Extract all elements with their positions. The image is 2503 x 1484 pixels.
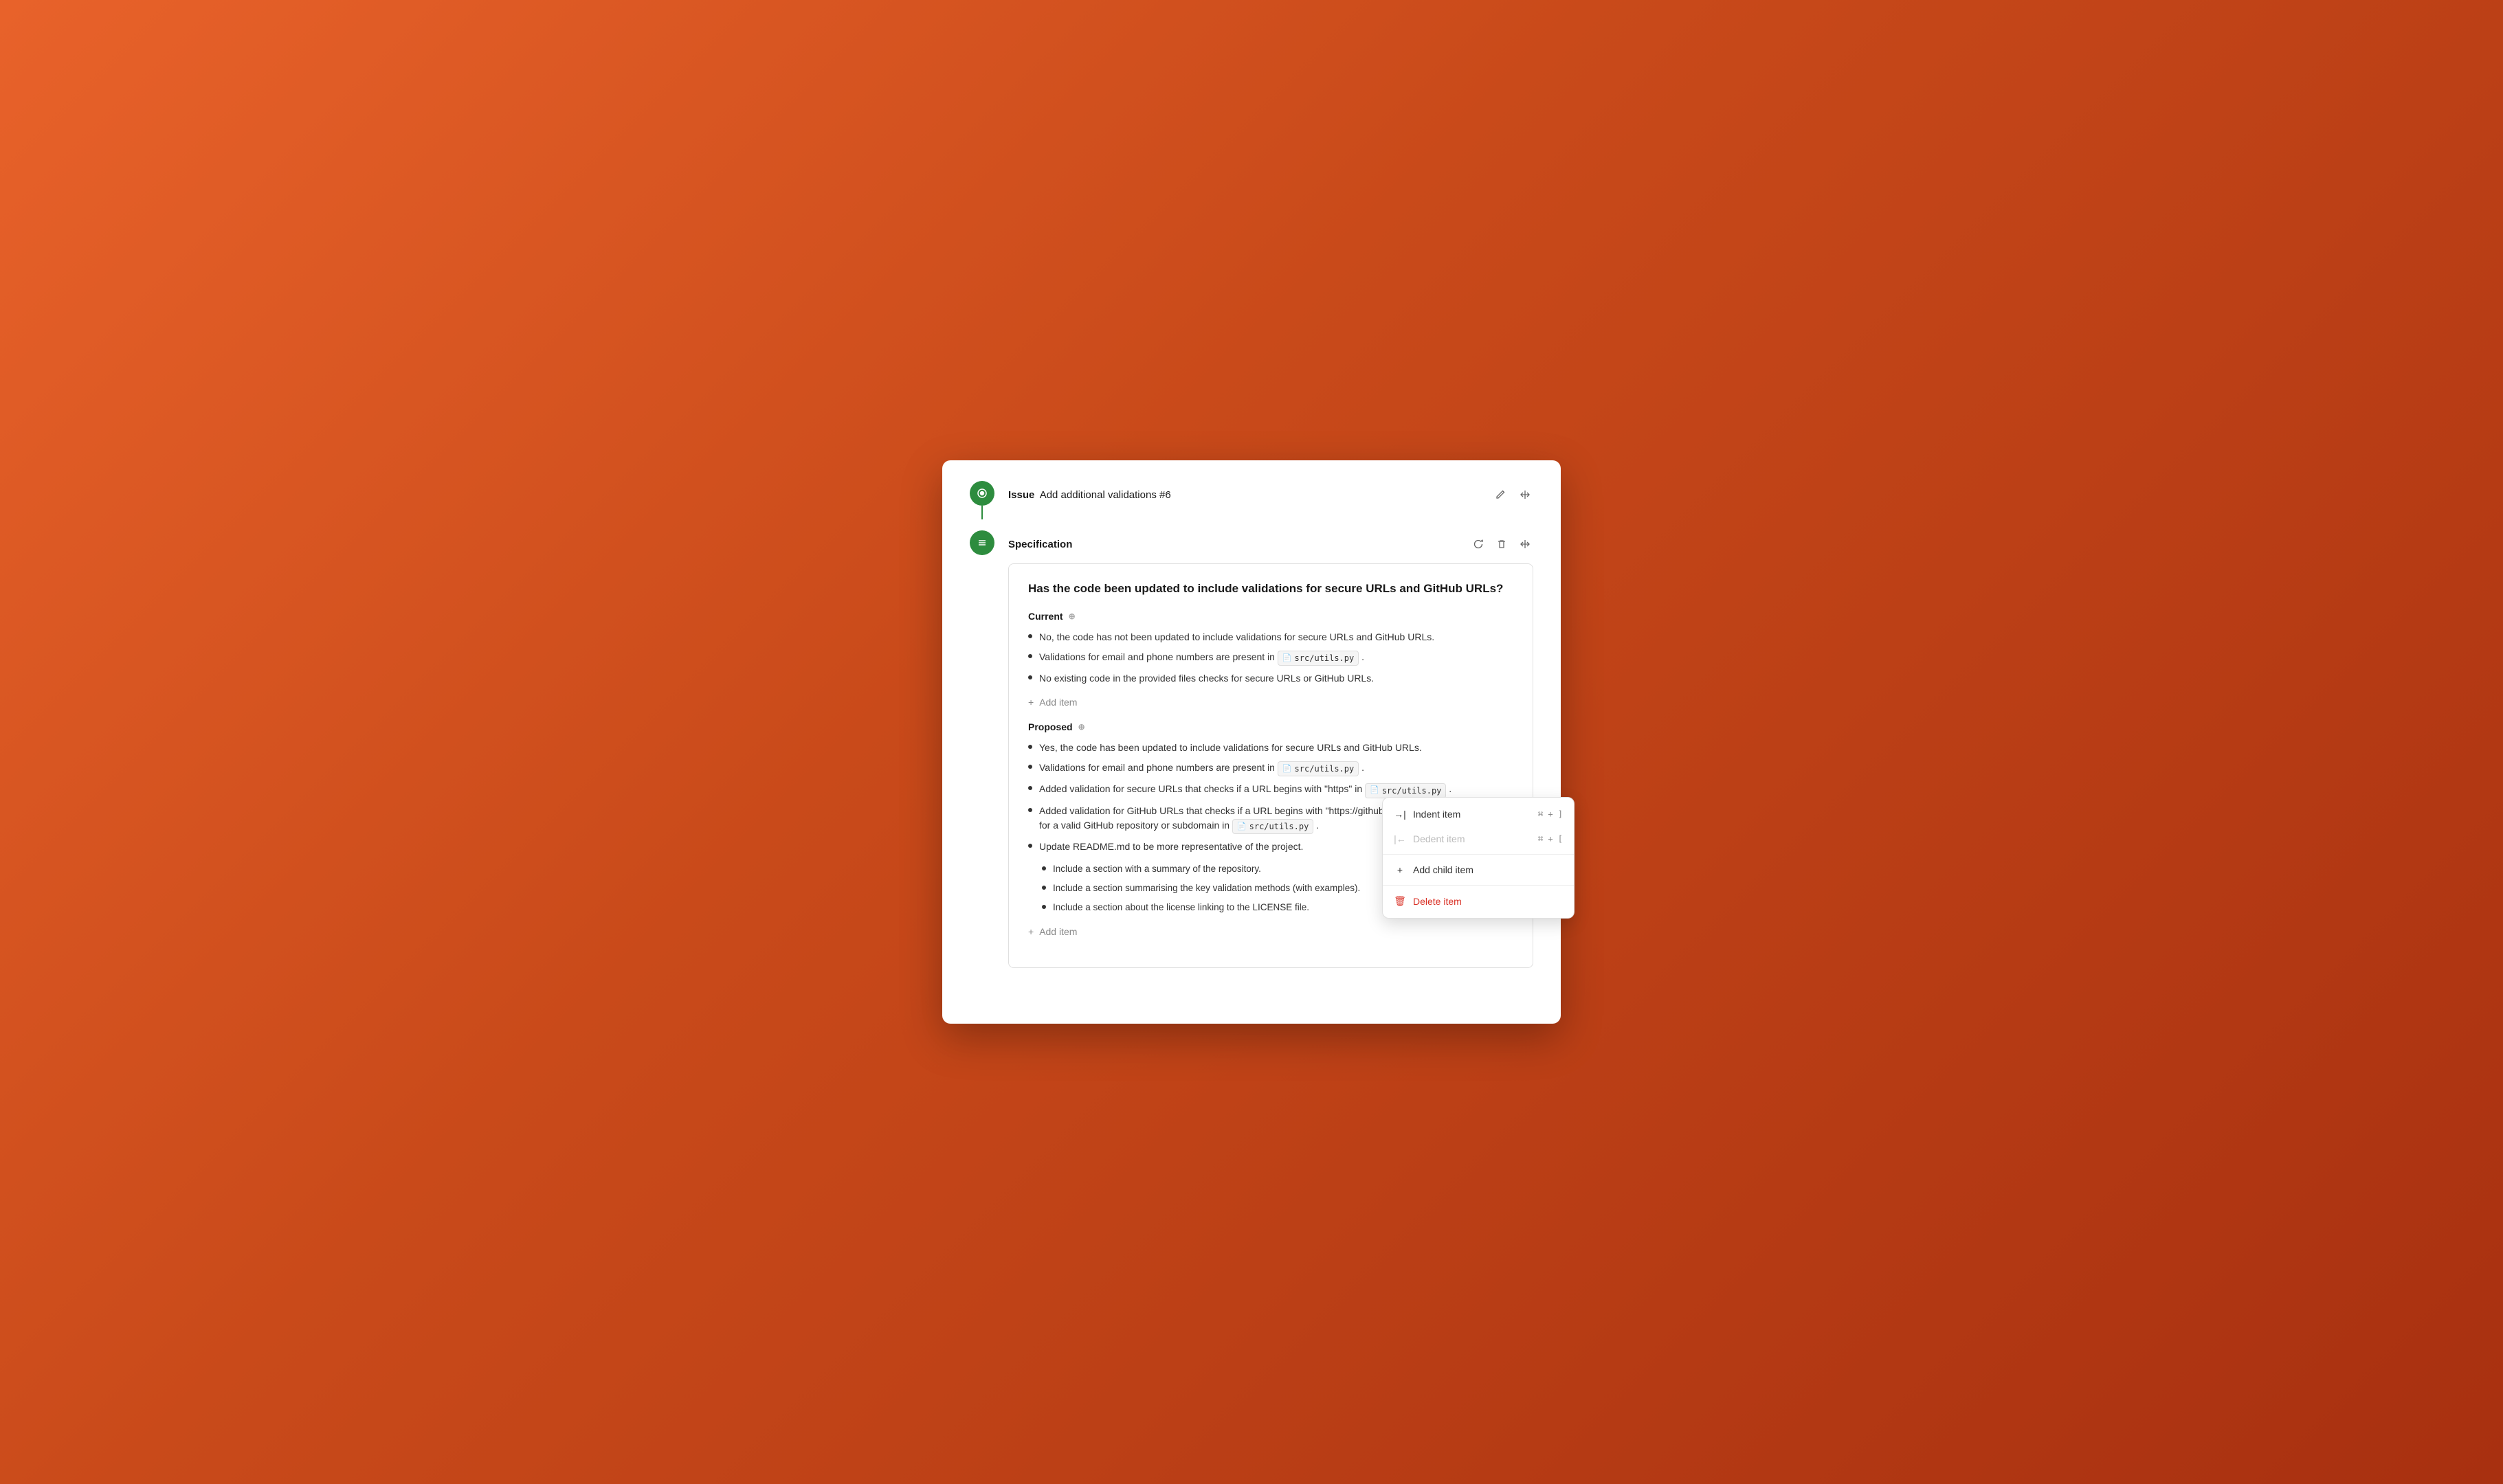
pencil-icon	[1495, 489, 1506, 500]
context-menu: →| Indent item ⌘ + ] |← Dedent item ⌘ + …	[1382, 797, 1575, 919]
current-item-3: No existing code in the provided files c…	[1039, 671, 1374, 686]
delete-item-left: 🗑 Delete item	[1394, 895, 1462, 907]
indent-item-left: →| Indent item	[1394, 809, 1460, 820]
list-item: Yes, the code has been updated to includ…	[1028, 741, 1513, 755]
bullet-dot	[1028, 634, 1032, 638]
proposed-item-5: Update README.md to be more representati…	[1039, 840, 1303, 854]
code-tag-2: src/utils.py	[1278, 761, 1359, 776]
bullet-dot	[1028, 675, 1032, 679]
issue-header: Issue Add additional validations #6	[1008, 481, 1533, 508]
issue-title-text: Add additional validations #6	[1040, 489, 1171, 501]
proposed-item-1: Yes, the code has been updated to includ…	[1039, 741, 1422, 755]
code-tag-4: src/utils.py	[1232, 819, 1313, 834]
main-window: Issue Add additional validations #6	[942, 460, 1561, 1024]
issue-content: Issue Add additional validations #6	[1008, 481, 1533, 508]
current-section-label: Current ⊕	[1028, 611, 1513, 622]
bullet-dot	[1028, 745, 1032, 749]
current-drag-handle[interactable]: ⊕	[1069, 611, 1076, 621]
bullet-dot	[1028, 654, 1032, 658]
spec-header: Specification	[1008, 530, 1533, 558]
issue-actions	[1492, 486, 1533, 503]
proposed-drag-handle[interactable]: ⊕	[1078, 722, 1085, 732]
move-icon-1	[1520, 489, 1531, 500]
dedent-item-left: |← Dedent item	[1394, 833, 1465, 844]
current-add-label: Add item	[1039, 697, 1077, 708]
issue-label: Issue	[1008, 489, 1034, 501]
bullet-dot	[1042, 905, 1046, 909]
proposed-add-plus: +	[1028, 926, 1034, 937]
indent-icon: →|	[1394, 809, 1406, 820]
card-main-title: Has the code been updated to include val…	[1028, 581, 1513, 597]
delete-spec-button[interactable]	[1493, 536, 1510, 552]
indent-item-menu-item[interactable]: →| Indent item ⌘ + ]	[1383, 802, 1574, 827]
bullet-dot	[1028, 808, 1032, 812]
current-bullet-list: No, the code has not been updated to inc…	[1028, 630, 1513, 686]
spec-title: Specification	[1008, 539, 1072, 550]
edit-issue-button[interactable]	[1492, 486, 1509, 503]
delete-item-menu-item[interactable]: 🗑 Delete item	[1383, 888, 1574, 914]
issue-row: Issue Add additional validations #6	[970, 481, 1533, 519]
spec-actions	[1470, 536, 1533, 552]
proposed-label-text: Proposed	[1028, 721, 1073, 732]
add-child-menu-item[interactable]: + Add child item	[1383, 857, 1574, 882]
proposed-item-3: Added validation for secure URLs that ch…	[1039, 782, 1451, 798]
nested-item-1: Include a section with a summary of the …	[1053, 862, 1261, 876]
list-item: No existing code in the provided files c…	[1028, 671, 1513, 686]
add-child-label: Add child item	[1413, 864, 1473, 875]
indent-shortcut: ⌘ + ]	[1538, 809, 1563, 819]
target-icon	[977, 488, 988, 499]
move-issue-button[interactable]	[1517, 486, 1533, 503]
list-item: Added validation for secure URLs that ch…	[1028, 782, 1513, 798]
proposed-add-label: Add item	[1039, 926, 1077, 937]
delete-icon: 🗑	[1394, 895, 1406, 907]
list-item: No, the code has not been updated to inc…	[1028, 630, 1513, 644]
proposed-add-item-row[interactable]: + Add item	[1028, 923, 1513, 940]
proposed-item-2: Validations for email and phone numbers …	[1039, 761, 1364, 776]
bullet-dot	[1042, 886, 1046, 890]
move-spec-button[interactable]	[1517, 536, 1533, 552]
current-label-text: Current	[1028, 611, 1063, 622]
vertical-line-1	[981, 506, 983, 519]
code-tag-1: src/utils.py	[1278, 651, 1359, 666]
spec-timeline-col	[970, 530, 994, 555]
delete-label: Delete item	[1413, 896, 1462, 907]
dedent-icon: |←	[1394, 833, 1406, 844]
proposed-section-label: Proposed ⊕	[1028, 721, 1513, 732]
bullet-dot	[1028, 765, 1032, 769]
current-item-1: No, the code has not been updated to inc…	[1039, 630, 1434, 644]
bullet-dot	[1028, 786, 1032, 790]
code-tag-3: src/utils.py	[1365, 783, 1446, 798]
move-icon-2	[1520, 539, 1531, 550]
issue-title: Issue Add additional validations #6	[1008, 489, 1171, 501]
menu-divider-1	[1383, 854, 1574, 855]
nested-item-3: Include a section about the license link…	[1053, 901, 1309, 914]
dedent-shortcut: ⌘ + [	[1538, 834, 1563, 844]
list-item: Validations for email and phone numbers …	[1028, 650, 1513, 666]
dedent-label: Dedent item	[1413, 833, 1465, 844]
list-item: Validations for email and phone numbers …	[1028, 761, 1513, 776]
list-icon	[977, 537, 988, 548]
trash-icon	[1496, 539, 1507, 550]
bullet-dot	[1042, 866, 1046, 870]
current-add-plus: +	[1028, 697, 1034, 708]
plus-icon: +	[1394, 864, 1406, 875]
refresh-button[interactable]	[1470, 536, 1487, 552]
indent-label: Indent item	[1413, 809, 1460, 820]
current-add-item-row[interactable]: + Add item	[1028, 694, 1513, 710]
current-item-2: Validations for email and phone numbers …	[1039, 650, 1364, 666]
bullet-dot	[1028, 844, 1032, 848]
issue-timeline-col	[970, 481, 994, 519]
menu-divider-2	[1383, 885, 1574, 886]
dedent-item-menu-item[interactable]: |← Dedent item ⌘ + [	[1383, 827, 1574, 851]
refresh-icon	[1473, 539, 1484, 550]
add-child-left: + Add child item	[1394, 864, 1473, 875]
issue-node	[970, 481, 994, 506]
spec-node	[970, 530, 994, 555]
nested-item-2: Include a section summarising the key va…	[1053, 881, 1360, 895]
